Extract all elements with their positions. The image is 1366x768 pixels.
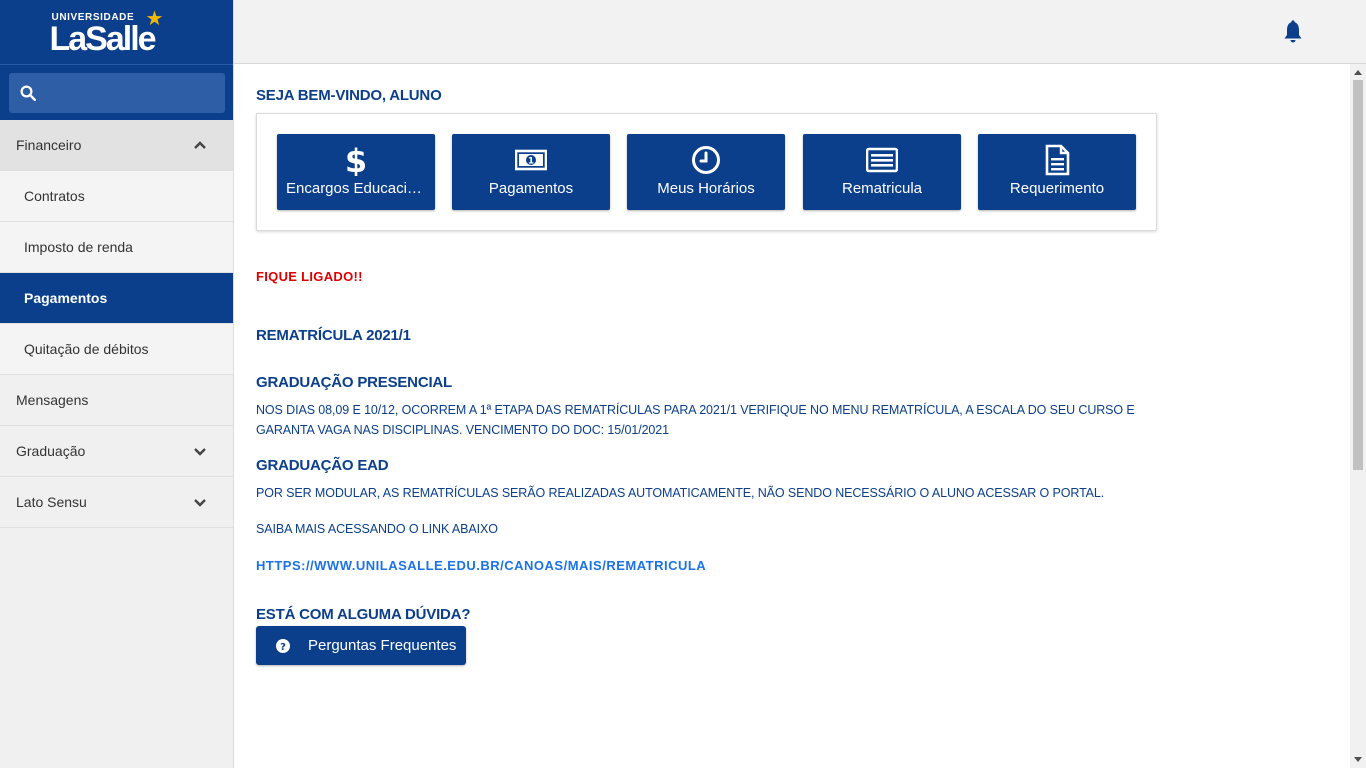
scroll-up-arrow[interactable] <box>1350 64 1366 80</box>
card-label: Pagamentos <box>488 180 574 197</box>
scroll-thumb[interactable] <box>1353 80 1363 470</box>
rematricula-title: REMATRÍCULA 2021/1 <box>256 327 411 344</box>
sidebar-item-label: Contratos <box>24 188 85 204</box>
saiba-text: SAIBA MAIS ACESSANDO O LINK ABAIXO <box>256 522 498 536</box>
dollar-icon: $ <box>345 144 367 176</box>
sidebar-item-label: Quitação de débitos <box>24 341 149 357</box>
presencial-title: GRADUAÇÃO PRESENCIAL <box>256 374 453 391</box>
svg-text:$: $ <box>345 144 367 176</box>
chevron-down-icon <box>194 499 206 507</box>
card-requerimento[interactable]: Requerimento <box>978 134 1136 210</box>
question-circle-icon: ? <box>276 638 290 653</box>
search-icon[interactable] <box>19 84 37 102</box>
card-label: Encargos Educacionais <box>286 180 426 197</box>
sidebar-item-label: Financeiro <box>16 137 82 153</box>
sidebar-item-pagamentos[interactable]: Pagamentos <box>0 273 233 324</box>
logo-main-text: LaSalle <box>49 20 157 58</box>
list-icon <box>866 147 898 173</box>
sidebar: UNIVERSIDADE LaSalle ★ Financeiro Contra… <box>0 0 234 768</box>
card-label: Meus Horários <box>657 180 755 197</box>
document-icon <box>1045 144 1070 176</box>
chevron-up-icon <box>194 141 206 149</box>
sidebar-item-lato-sensu[interactable]: Lato Sensu <box>0 477 233 528</box>
top-header <box>234 0 1366 64</box>
sidebar-item-label: Graduação <box>16 443 86 459</box>
svg-text:?: ? <box>280 642 286 653</box>
card-encargos-educacionais[interactable]: $ Encargos Educacionais <box>277 134 435 210</box>
ead-title: GRADUAÇÃO EAD <box>256 457 389 474</box>
money-bill-icon: 1 <box>515 149 547 171</box>
logo[interactable]: UNIVERSIDADE LaSalle ★ <box>0 0 233 64</box>
sidebar-item-label: Imposto de renda <box>24 239 133 255</box>
sidebar-item-label: Lato Sensu <box>16 494 87 510</box>
sidebar-item-imposto-de-renda[interactable]: Imposto de renda <box>0 222 233 273</box>
rematricula-link[interactable]: HTTPS://WWW.UNILASALLE.EDU.BR/CANOAS/MAI… <box>256 558 706 573</box>
faq-button[interactable]: ? Perguntas Frequentes <box>256 626 466 665</box>
shortcut-cards: $ Encargos Educacionais 1 Pagamentos Meu… <box>256 113 1157 231</box>
search-box[interactable] <box>9 73 225 113</box>
star-icon: ★ <box>145 8 164 30</box>
sidebar-item-graduacao[interactable]: Graduação <box>0 426 233 477</box>
welcome-title: SEJA BEM-VINDO, ALUNO <box>256 87 442 104</box>
main-content: SEJA BEM-VINDO, ALUNO $ Encargos Educaci… <box>256 64 1346 768</box>
card-pagamentos[interactable]: 1 Pagamentos <box>452 134 610 210</box>
sidebar-item-label: Pagamentos <box>24 290 108 306</box>
presencial-text: NOS DIAS 08,09 E 10/12, OCORREM A 1ª ETA… <box>256 403 1135 437</box>
sidebar-item-contratos[interactable]: Contratos <box>0 171 233 222</box>
scroll-down-arrow[interactable] <box>1350 752 1366 768</box>
bell-icon[interactable] <box>1282 20 1304 44</box>
sidebar-item-quitacao-de-debitos[interactable]: Quitação de débitos <box>0 324 233 375</box>
clock-icon <box>692 146 720 174</box>
sidebar-item-mensagens[interactable]: Mensagens <box>0 375 233 426</box>
scrollbar[interactable] <box>1350 64 1366 768</box>
sidebar-item-financeiro[interactable]: Financeiro <box>0 120 233 171</box>
search-area <box>0 64 233 120</box>
chevron-down-icon <box>194 448 206 456</box>
duvida-title: ESTÁ COM ALGUMA DÚVIDA? <box>256 606 471 623</box>
alert-text: FIQUE LIGADO!! <box>256 269 363 284</box>
ead-text: POR SER MODULAR, AS REMATRÍCULAS SERÃO R… <box>256 486 1105 500</box>
svg-text:1: 1 <box>528 157 534 167</box>
faq-button-label: Perguntas Frequentes <box>308 637 457 654</box>
search-input[interactable] <box>45 85 215 101</box>
card-label: Rematricula <box>841 180 923 197</box>
card-label: Requerimento <box>1009 180 1105 197</box>
card-rematricula[interactable]: Rematricula <box>803 134 961 210</box>
sidebar-item-label: Mensagens <box>16 392 89 408</box>
card-meus-horarios[interactable]: Meus Horários <box>627 134 785 210</box>
